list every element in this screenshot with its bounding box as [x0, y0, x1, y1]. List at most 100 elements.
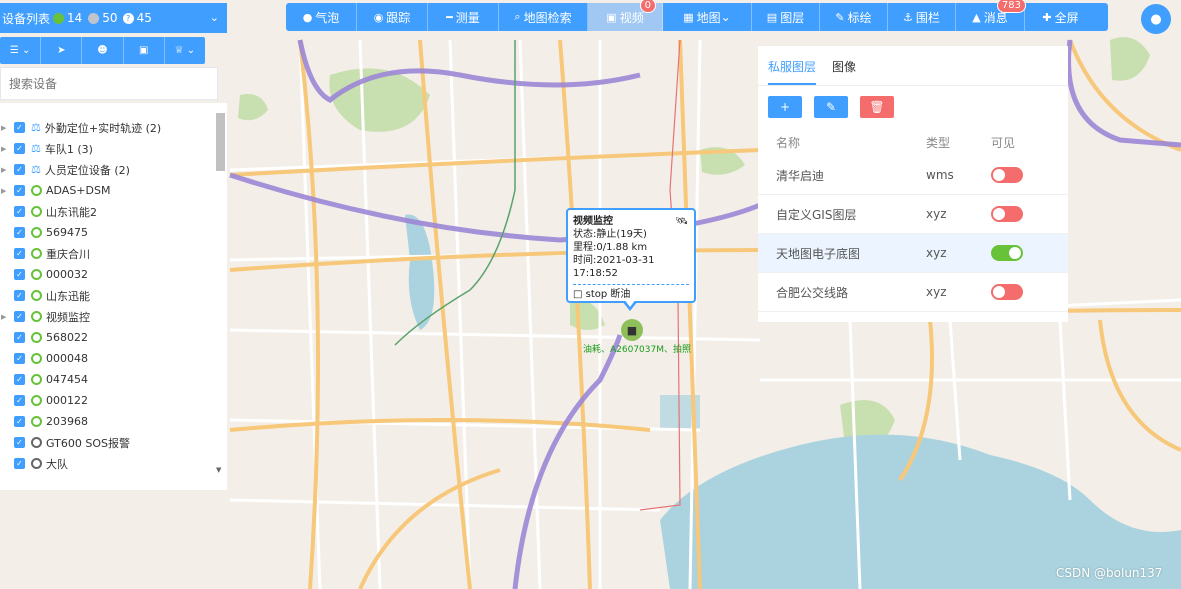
person-icon: ☻ [97, 45, 108, 56]
tree-item[interactable]: ✓ 568022 [0, 327, 227, 348]
device-tree: ▶ ✓ ⚖ 外勤定位+实时轨迹 (2) ▶ ✓ ⚖ 车队1 (3) ▶ ✓ ⚖ 人员定位设备 (2) ▶… [0, 103, 227, 490]
tree-checkbox[interactable]: ✓ [14, 269, 25, 280]
brush-icon: ✎ [835, 10, 845, 24]
tree-item[interactable]: ✓ 047454 [0, 369, 227, 390]
layer-row[interactable]: 自定义GIS图层 xyz [758, 195, 1068, 234]
vehicle-label[interactable]: 油耗、A2607037M、拍照 [583, 342, 691, 355]
device-list-header[interactable]: 设备列表 14 50 ? 45 ⌄ [0, 3, 227, 33]
tree-item[interactable]: ✓ 000048 [0, 348, 227, 369]
tree-checkbox[interactable]: ✓ [14, 458, 25, 469]
tree-checkbox[interactable]: ✓ [14, 164, 25, 175]
trash-icon: 🗑 [869, 100, 885, 114]
image-icon: ▣ [138, 45, 149, 56]
locate-button[interactable]: ➤ [41, 37, 83, 64]
popup-status: 状态:静止(19天) [573, 229, 647, 240]
tree-item[interactable]: ▶ ✓ ADAS+DSM [0, 180, 227, 201]
delete-layer-button[interactable]: 🗑 [860, 96, 894, 118]
tree-checkbox[interactable]: ✓ [14, 311, 25, 322]
tree-item[interactable]: ▶ ✓ 视频监控 [0, 306, 227, 327]
tree-checkbox[interactable]: ✓ [14, 122, 25, 133]
toolbar-layers-button[interactable]: ▤ 图层 [752, 3, 820, 31]
layer-visibility-toggle[interactable] [991, 284, 1023, 300]
tree-checkbox[interactable]: ✓ [14, 353, 25, 364]
tree-checkbox[interactable]: ✓ [14, 416, 25, 427]
toolbar-label: 跟踪 [386, 10, 411, 25]
list-view-button[interactable]: ☰ ⌄ [0, 37, 42, 64]
toolbar-brush-button[interactable]: ✎ 标绘 [820, 3, 888, 31]
tree-checkbox[interactable]: ✓ [14, 437, 25, 448]
watermark: CSDN @bolun137 [1056, 566, 1163, 580]
toolbar-search-button[interactable]: ⌕ 地图检索 [499, 3, 588, 31]
chevron-down-icon[interactable]: ⌄ [210, 11, 219, 24]
popup-mileage: 里程:0/1.88 km [573, 242, 648, 253]
tree-checkbox[interactable]: ✓ [14, 374, 25, 385]
tree-item[interactable]: ✓ 重庆合川 [0, 243, 227, 264]
anchor-icon: ⚓ [903, 10, 913, 24]
tree-item-label: 047454 [46, 373, 88, 386]
tree-item-label: 车队1 (3) [44, 142, 93, 156]
toolbar-map-button[interactable]: ▦ 地图 ⌄ [663, 3, 752, 31]
tree-item[interactable]: ✓ 000032 [0, 264, 227, 285]
tree-checkbox[interactable]: ✓ [14, 227, 25, 238]
edit-layer-button[interactable]: ✎ [814, 96, 848, 118]
vehicle-marker[interactable]: ■ [621, 319, 643, 341]
toggle-knob [993, 286, 1005, 298]
tree-item[interactable]: ▶ ✓ ⚖ 车队1 (3) [0, 138, 227, 159]
tree-item[interactable]: ✓ 山东迅能 [0, 285, 227, 306]
tree-item[interactable]: ▶ ✓ ⚖ 外勤定位+实时轨迹 (2) [0, 117, 227, 138]
layer-row[interactable]: 合肥公交线路 xyz [758, 273, 1068, 312]
tree-item[interactable]: ✓ GT600 SOS报警 [0, 432, 227, 453]
notification-badge: 783 [996, 0, 1026, 13]
image-button[interactable]: ▣ [124, 37, 165, 64]
user-avatar[interactable]: ● [1141, 4, 1171, 34]
toolbar-ruler-button[interactable]: ━ 测量 [428, 3, 499, 31]
device-tree-scrollbar[interactable]: ▼ [215, 113, 226, 474]
tree-checkbox[interactable]: ✓ [14, 185, 25, 196]
column-visible: 可见 [991, 135, 1016, 150]
caret-right-icon[interactable]: ▶ [1, 166, 10, 174]
video-icon[interactable]: □ [573, 289, 582, 300]
caret-right-icon[interactable]: ▶ [1, 313, 10, 321]
device-search-input[interactable] [9, 76, 209, 91]
toolbar-label: 测量 [455, 10, 480, 25]
tree-checkbox[interactable]: ✓ [14, 290, 25, 301]
tree-item[interactable]: ✓ 203968 [0, 411, 227, 432]
toolbar-move-button[interactable]: ✚ 全屏 [1025, 3, 1096, 31]
tree-item[interactable]: ✓ 山东讯能2 [0, 201, 227, 222]
video-icon: ▣ [606, 10, 617, 24]
tree-item[interactable]: ✓ 569475 [0, 222, 227, 243]
layer-row[interactable]: 天地图电子底图 xyz [758, 234, 1068, 273]
toolbar-anchor-button[interactable]: ⚓ 围栏 [888, 3, 956, 31]
tree-item-label: 000122 [46, 394, 88, 407]
device-list-title: 设备列表 [2, 11, 51, 26]
layer-visibility-toggle[interactable] [991, 167, 1023, 183]
layer-name: 清华启迪 [776, 168, 825, 183]
tree-checkbox[interactable]: ✓ [14, 395, 25, 406]
popup-divider [573, 284, 689, 285]
tree-item[interactable]: ✓ 000122 [0, 390, 227, 411]
tree-checkbox[interactable]: ✓ [14, 143, 25, 154]
online-count: 14 [67, 11, 83, 25]
tree-checkbox[interactable]: ✓ [14, 206, 25, 217]
filter-button[interactable]: ♕ ⌄ [165, 37, 205, 64]
layer-row[interactable]: 清华启迪 wms [758, 156, 1068, 195]
tab-private-layers[interactable]: 私服图层 [768, 58, 832, 85]
scrollbar-thumb[interactable] [216, 113, 225, 171]
caret-right-icon[interactable]: ▶ [1, 187, 10, 195]
layer-visibility-toggle[interactable] [991, 245, 1023, 261]
tree-checkbox[interactable]: ✓ [14, 332, 25, 343]
toolbar-video-button[interactable]: ▣ 视频 0 [588, 0, 663, 31]
tree-item[interactable]: ▶ ✓ ⚖ 人员定位设备 (2) [0, 159, 227, 180]
tab-image[interactable]: 图像 [832, 58, 872, 85]
layer-visibility-toggle[interactable] [991, 206, 1023, 222]
tree-item[interactable]: ✓ 大队 [0, 453, 227, 474]
toolbar-bell-button[interactable]: ▲ 消息 783 [956, 0, 1026, 31]
person-button[interactable]: ☻ [82, 37, 124, 64]
toolbar-chat-bubble-button[interactable]: ● 气泡 [286, 3, 357, 31]
toolbar-eye-button[interactable]: ◉ 跟踪 [357, 3, 428, 31]
scroll-down-icon[interactable]: ▼ [216, 466, 221, 474]
add-layer-button[interactable]: + [768, 96, 802, 118]
tree-checkbox[interactable]: ✓ [14, 248, 25, 259]
caret-right-icon[interactable]: ▶ [1, 145, 10, 153]
caret-right-icon[interactable]: ▶ [1, 124, 10, 132]
